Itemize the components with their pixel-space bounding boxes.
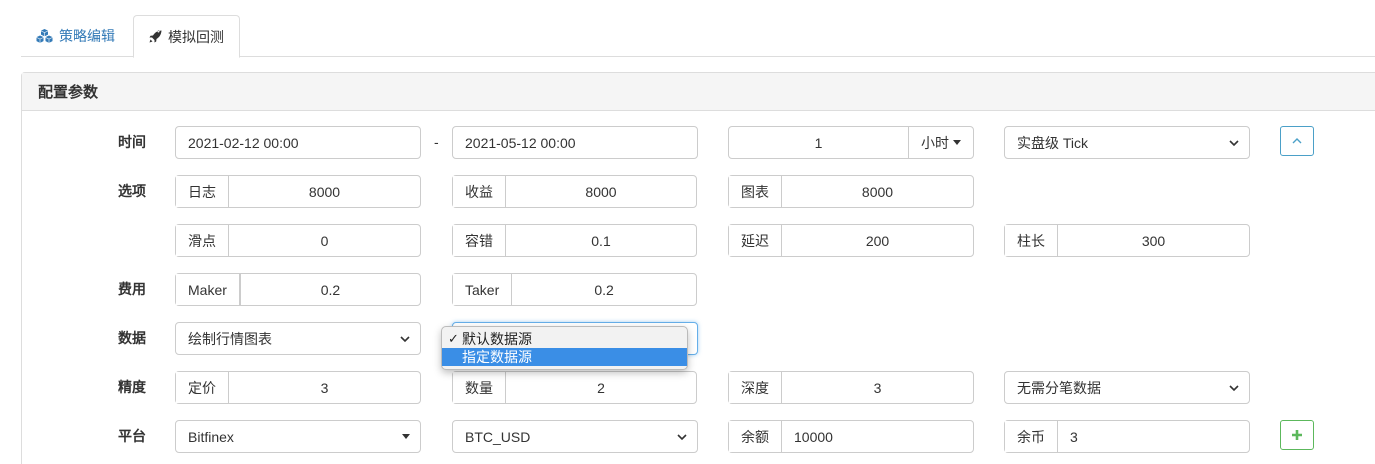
chart-mode-value: 绘制行情图表 xyxy=(188,330,272,347)
depth-addon: 深度 xyxy=(729,372,782,403)
chart-addon: 图表 xyxy=(729,176,782,207)
period-value-input[interactable]: 1 xyxy=(729,135,908,151)
exchange-value: Bitfinex xyxy=(188,428,234,445)
profit-addon: 收益 xyxy=(453,176,506,207)
tolerance-input[interactable]: 0.1 xyxy=(506,233,696,249)
end-date-value: 2021-05-12 00:00 xyxy=(465,134,576,151)
data-source-option-custom-label: 指定数据源 xyxy=(462,349,532,365)
delay-addon: 延迟 xyxy=(729,225,782,256)
tolerance-addon: 容错 xyxy=(453,225,506,256)
chevron-down-icon xyxy=(400,335,410,342)
chevron-down-icon xyxy=(677,433,687,440)
time-label: 时间 xyxy=(118,134,146,150)
taker-addon: Taker xyxy=(453,274,513,305)
period-unit-dropdown[interactable]: 小时 xyxy=(908,127,973,158)
tick-mode-select[interactable]: 实盘级 Tick xyxy=(1004,126,1250,159)
period-unit-label: 小时 xyxy=(921,134,949,151)
pair-select[interactable]: BTC_USD xyxy=(452,420,698,453)
fee-label: 费用 xyxy=(118,281,146,297)
delay-input[interactable]: 200 xyxy=(782,233,973,249)
depth-input[interactable]: 3 xyxy=(782,380,973,396)
precision-label: 精度 xyxy=(118,379,146,395)
qty-precision-input[interactable]: 2 xyxy=(506,380,696,396)
slippage-input[interactable]: 0 xyxy=(229,233,420,249)
tick-data-value: 无需分笔数据 xyxy=(1017,379,1101,396)
log-input[interactable]: 8000 xyxy=(229,184,420,200)
data-source-option-default[interactable]: ✓ 默认数据源 xyxy=(442,330,687,348)
log-input-group: 日志 8000 xyxy=(175,175,421,208)
tab-backtest-label: 模拟回测 xyxy=(168,28,224,45)
tick-mode-value: 实盘级 Tick xyxy=(1017,134,1089,151)
tab-backtest[interactable]: 模拟回测 xyxy=(133,15,240,58)
chart-mode-select[interactable]: 绘制行情图表 xyxy=(175,322,421,355)
qty-precision-group: 数量 2 xyxy=(452,371,697,404)
options-label: 选项 xyxy=(118,183,146,199)
data-source-menu: ✓ 默认数据源 指定数据源 xyxy=(441,326,688,370)
period-input-group: 1 小时 xyxy=(728,126,974,159)
price-precision-group: 定价 3 xyxy=(175,371,421,404)
date-separator: - xyxy=(434,134,439,150)
chevron-down-icon xyxy=(1229,384,1239,391)
checkmark-icon: ✓ xyxy=(448,331,459,346)
tick-data-select[interactable]: 无需分笔数据 xyxy=(1004,371,1250,404)
tab-bar: 策略编辑 模拟回测 xyxy=(21,15,1375,58)
coin-input[interactable]: 3 xyxy=(1058,429,1249,445)
caret-down-icon xyxy=(953,140,961,145)
maker-input[interactable]: 0.2 xyxy=(241,282,420,298)
data-source-option-custom[interactable]: 指定数据源 xyxy=(442,348,687,366)
price-precision-input[interactable]: 3 xyxy=(229,380,420,396)
taker-input[interactable]: 0.2 xyxy=(512,282,696,298)
rocket-icon xyxy=(149,30,162,43)
pair-value: BTC_USD xyxy=(465,428,531,445)
chart-input-group: 图表 8000 xyxy=(728,175,974,208)
bar-length-addon: 柱长 xyxy=(1005,225,1058,256)
coin-addon: 余币 xyxy=(1005,421,1058,452)
add-platform-button[interactable] xyxy=(1280,420,1314,450)
taker-input-group: Taker 0.2 xyxy=(452,273,697,306)
slippage-input-group: 滑点 0 xyxy=(175,224,421,257)
maker-input-group: Maker 0.2 xyxy=(175,273,421,306)
profit-input-group: 收益 8000 xyxy=(452,175,697,208)
balance-addon: 余额 xyxy=(729,421,782,452)
qty-precision-addon: 数量 xyxy=(453,372,506,403)
bar-length-input-group: 柱长 300 xyxy=(1004,224,1250,257)
tab-strategy-edit[interactable]: 策略编辑 xyxy=(21,15,130,57)
depth-group: 深度 3 xyxy=(728,371,974,404)
chart-input[interactable]: 8000 xyxy=(782,184,973,200)
bar-length-input[interactable]: 300 xyxy=(1058,233,1249,249)
chevron-up-icon xyxy=(1292,138,1302,144)
collapse-button[interactable] xyxy=(1280,126,1314,156)
slippage-addon: 滑点 xyxy=(176,225,229,256)
log-addon: 日志 xyxy=(176,176,229,207)
platform-label: 平台 xyxy=(118,428,146,444)
tab-strategy-edit-label: 策略编辑 xyxy=(59,28,115,44)
coin-group: 余币 3 xyxy=(1004,420,1250,453)
cubes-icon xyxy=(36,29,53,43)
chevron-down-icon xyxy=(1229,139,1239,146)
maker-addon: Maker xyxy=(176,274,241,305)
caret-down-icon xyxy=(402,434,410,439)
start-date-input[interactable]: 2021-02-12 00:00 xyxy=(175,126,421,159)
end-date-input[interactable]: 2021-05-12 00:00 xyxy=(452,126,698,159)
delay-input-group: 延迟 200 xyxy=(728,224,974,257)
tolerance-input-group: 容错 0.1 xyxy=(452,224,697,257)
start-date-value: 2021-02-12 00:00 xyxy=(188,134,299,151)
data-source-option-default-label: 默认数据源 xyxy=(462,331,532,347)
exchange-dropdown[interactable]: Bitfinex xyxy=(175,420,421,453)
data-label: 数据 xyxy=(118,330,146,346)
profit-input[interactable]: 8000 xyxy=(506,184,696,200)
plus-icon xyxy=(1292,430,1302,440)
balance-group: 余额 10000 xyxy=(728,420,974,453)
balance-input[interactable]: 10000 xyxy=(782,429,973,445)
price-precision-addon: 定价 xyxy=(176,372,229,403)
panel-title: 配置参数 xyxy=(22,73,1375,111)
